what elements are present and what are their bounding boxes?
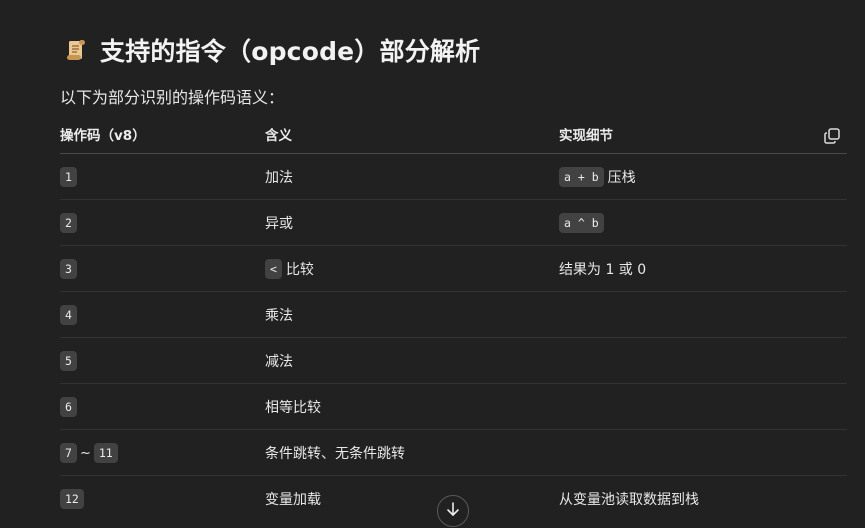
opcode-code: 1: [60, 167, 77, 187]
opcode-table: 操作码（v8） 含义 实现细节 1 加法 a + b 压栈 2 异或 a ^ b…: [60, 119, 847, 521]
meaning-cell: 减法: [265, 354, 293, 370]
table-row: 3 < 比较 结果为 1 或 0: [60, 246, 847, 292]
table-row: 4 乘法: [60, 292, 847, 338]
meaning-cell: 异或: [265, 216, 293, 232]
intro-text: 以下为部分识别的操作码语义：: [60, 88, 285, 107]
table-row: 5 减法: [60, 338, 847, 384]
meaning-cell: 变量加载: [265, 492, 321, 508]
section-heading: 支持的指令（opcode）部分解析: [60, 28, 480, 72]
section-title: 支持的指令（opcode）部分解析: [100, 37, 481, 66]
table-header: 操作码（v8） 含义 实现细节: [60, 119, 847, 154]
detail-text: 从变量池读取数据到栈: [559, 492, 699, 508]
detail-code: a + b: [559, 167, 604, 187]
meaning-cell: 相等比较: [265, 400, 321, 416]
table-row: 6 相等比较: [60, 384, 847, 430]
opcode-code: 4: [60, 305, 77, 325]
opcode-code: 11: [93, 443, 118, 463]
detail-code: a ^ b: [559, 213, 604, 233]
opcode-code: 7: [60, 443, 77, 463]
meaning-cell: 加法: [265, 170, 293, 186]
meaning-code: <: [265, 259, 282, 279]
detail-text: 压栈: [607, 170, 636, 186]
meaning-cell: 条件跳转、无条件跳转: [265, 446, 405, 462]
detail-text: 结果为 1 或 0: [559, 262, 647, 278]
opcode-code: 12: [60, 489, 84, 509]
copy-icon[interactable]: [823, 127, 841, 145]
range-separator: ~: [79, 445, 91, 461]
arrow-down-icon: [445, 501, 461, 521]
meaning-text: 比较: [285, 262, 314, 278]
opcode-code: 6: [60, 397, 77, 417]
column-header-meaning: 含义: [265, 128, 292, 144]
table-row: 1 加法 a + b 压栈: [60, 154, 847, 200]
scroll-icon: [64, 38, 88, 62]
meaning-cell: 乘法: [265, 308, 293, 324]
scroll-to-bottom-button[interactable]: [437, 495, 469, 527]
column-header-opcode: 操作码（v8）: [60, 128, 146, 144]
opcode-code: 5: [60, 351, 77, 371]
column-header-detail: 实现细节: [559, 128, 613, 144]
table-row: 7 ~ 11 条件跳转、无条件跳转: [60, 430, 847, 476]
opcode-code: 2: [60, 213, 77, 233]
table-row: 2 异或 a ^ b: [60, 200, 847, 246]
opcode-code: 3: [60, 259, 77, 279]
